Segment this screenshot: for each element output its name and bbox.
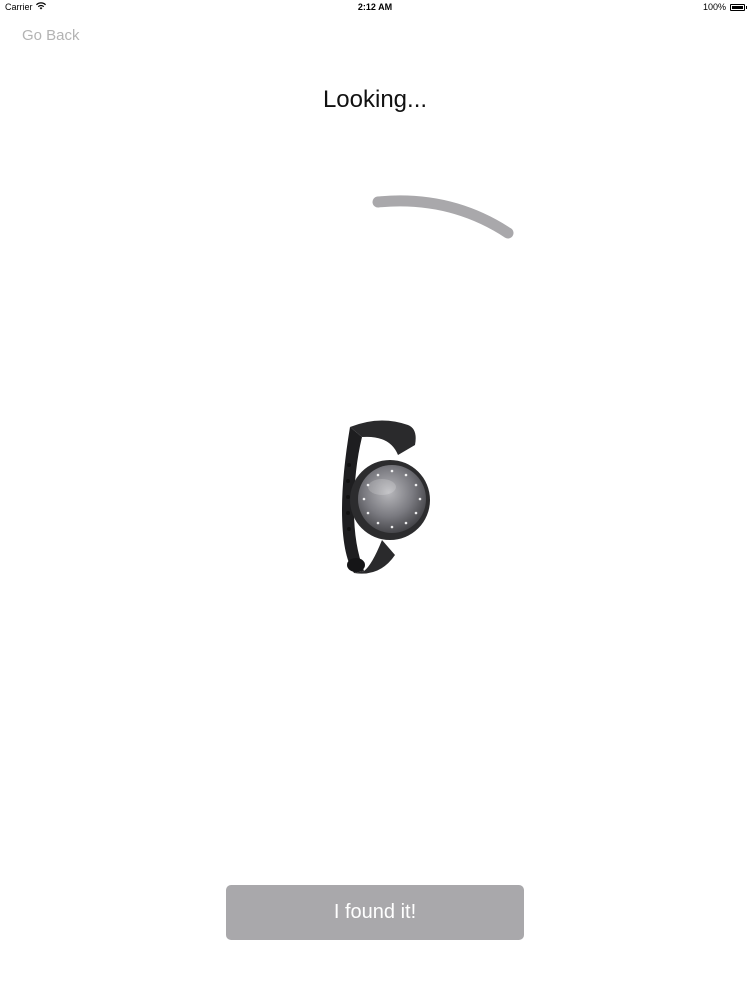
status-right: 100%	[702, 2, 747, 12]
loading-arc-icon	[360, 185, 530, 250]
battery-percent: 100%	[702, 2, 726, 12]
battery-icon	[730, 3, 747, 11]
fitness-tracker-image	[320, 415, 440, 585]
status-bar: Carrier 2:12 AM 100%	[0, 0, 750, 16]
screen: Carrier 2:12 AM 100% Go Back Looking...	[0, 0, 750, 1000]
battery-fill	[732, 5, 743, 9]
page-title: Looking...	[322, 86, 428, 113]
go-back-button[interactable]: Go Back	[22, 27, 80, 44]
found-it-button[interactable]: I found it!	[226, 885, 524, 940]
status-time: 2:12 AM	[357, 2, 393, 12]
